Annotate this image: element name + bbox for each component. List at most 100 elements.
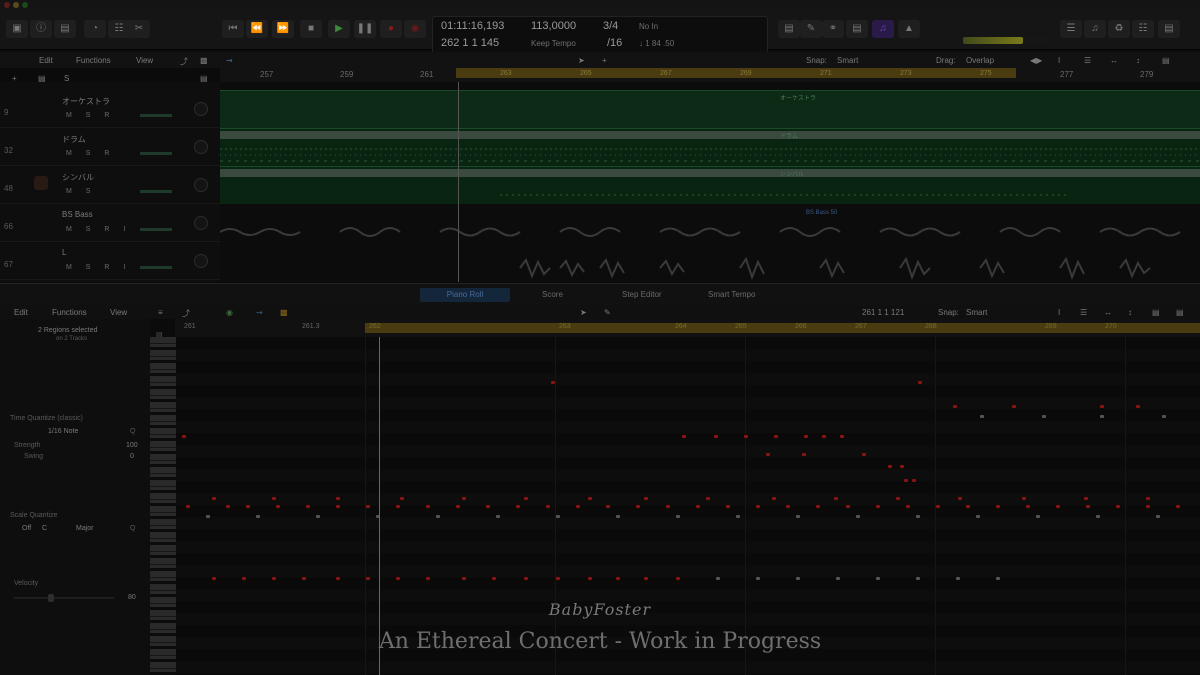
midi-note[interactable] xyxy=(182,435,186,438)
zoom-window-button[interactable] xyxy=(22,2,28,8)
cymbal-region[interactable]: シンバル xyxy=(220,166,1200,204)
tab-score[interactable]: Score xyxy=(534,288,571,302)
pr-zoom-icon[interactable]: ↕ xyxy=(1128,308,1132,317)
notepad-icon[interactable]: ✎ xyxy=(800,20,822,38)
midi-note[interactable] xyxy=(802,453,806,456)
midi-note[interactable] xyxy=(796,577,800,580)
midi-note[interactable] xyxy=(1096,515,1100,518)
midi-note[interactable] xyxy=(966,505,970,508)
midi-note[interactable] xyxy=(576,505,580,508)
midi-note[interactable] xyxy=(396,505,400,508)
scale-mode-select[interactable]: Major xyxy=(76,525,94,532)
browser-icon[interactable]: ▤ xyxy=(846,20,868,38)
zoom-in-icon[interactable]: ↕ xyxy=(1136,56,1140,65)
midi-note[interactable] xyxy=(212,577,216,580)
flex-icon[interactable]: ▩ xyxy=(200,56,208,65)
midi-note[interactable] xyxy=(896,497,900,500)
midi-note[interactable] xyxy=(644,497,648,500)
midi-note[interactable] xyxy=(206,515,210,518)
midi-note[interactable] xyxy=(774,435,778,438)
pr-vzoom-icon[interactable]: I xyxy=(1058,308,1060,317)
midi-note[interactable] xyxy=(1162,415,1166,418)
loops-icon[interactable]: ♻ xyxy=(1108,20,1130,38)
midi-note[interactable] xyxy=(834,497,838,500)
midi-note[interactable] xyxy=(336,497,340,500)
pr-settings-icon[interactable]: ▤ xyxy=(1152,308,1160,317)
midi-note[interactable] xyxy=(400,497,404,500)
midi-note[interactable] xyxy=(272,497,276,500)
scale-off-select[interactable]: Off xyxy=(22,525,31,532)
midi-note[interactable] xyxy=(840,435,844,438)
piano-keyboard[interactable] xyxy=(150,337,176,675)
track-mute-solo[interactable]: M S R I xyxy=(66,264,131,271)
midi-note[interactable] xyxy=(1012,405,1016,408)
catch-icon[interactable]: ⇝ xyxy=(226,56,233,65)
midi-note[interactable] xyxy=(1042,415,1046,418)
track-header[interactable]: 48 シンバル M S xyxy=(0,166,220,204)
note-value-select[interactable]: 1/16 Note xyxy=(48,428,78,435)
midi-note[interactable] xyxy=(616,577,620,580)
midi-note[interactable] xyxy=(492,577,496,580)
automation-icon[interactable]: ⤴ xyxy=(180,56,188,67)
midi-note[interactable] xyxy=(426,505,430,508)
midi-note[interactable] xyxy=(588,577,592,580)
pause-icon[interactable]: ❚❚ xyxy=(354,20,376,38)
midi-note[interactable] xyxy=(676,515,680,518)
midi-note[interactable] xyxy=(1146,505,1150,508)
midi-note[interactable] xyxy=(1146,497,1150,500)
pointer-tool-icon[interactable]: ➤ xyxy=(578,56,585,65)
waveform-zoom-icon[interactable]: ◀▶ xyxy=(1030,56,1042,65)
midi-note[interactable] xyxy=(366,577,370,580)
midi-note[interactable] xyxy=(556,515,560,518)
l-waveform[interactable] xyxy=(220,254,1200,282)
pr-functions-menu[interactable]: Functions xyxy=(52,308,87,317)
midi-note[interactable] xyxy=(918,381,922,384)
midi-note[interactable] xyxy=(1084,497,1088,500)
volume-fader[interactable] xyxy=(140,114,172,117)
midi-note[interactable] xyxy=(212,497,216,500)
go-to-beginning-icon[interactable]: ⏮ xyxy=(222,20,244,38)
midi-note[interactable] xyxy=(1056,505,1060,508)
pan-knob[interactable] xyxy=(194,178,208,192)
midi-note[interactable] xyxy=(1026,505,1030,508)
list-editors-icon[interactable]: ▤ xyxy=(778,20,800,38)
inspector-icon[interactable]: ⓘ xyxy=(30,20,52,38)
midi-note[interactable] xyxy=(856,515,860,518)
midi-note[interactable] xyxy=(980,415,984,418)
midi-note[interactable] xyxy=(900,465,904,468)
quantize-apply-button[interactable]: Q xyxy=(130,428,135,435)
stop-icon[interactable]: ■ xyxy=(300,20,322,38)
close-window-button[interactable] xyxy=(4,2,10,8)
view-menu[interactable]: View xyxy=(136,56,153,65)
midi-note[interactable] xyxy=(912,479,916,482)
midi-note[interactable] xyxy=(976,515,980,518)
edit-menu[interactable]: Edit xyxy=(39,56,53,65)
midi-note[interactable] xyxy=(706,497,710,500)
midi-note[interactable] xyxy=(606,505,610,508)
midi-note[interactable] xyxy=(666,505,670,508)
midi-note[interactable] xyxy=(756,577,760,580)
midi-note[interactable] xyxy=(316,515,320,518)
midi-note[interactable] xyxy=(1176,505,1180,508)
orchestra-region[interactable]: オーケストラ xyxy=(220,90,1200,128)
pan-knob[interactable] xyxy=(194,254,208,268)
midi-note[interactable] xyxy=(186,505,190,508)
minimize-window-button[interactable] xyxy=(13,2,19,8)
midi-note[interactable] xyxy=(916,515,920,518)
play-icon[interactable]: ▶ xyxy=(328,20,350,38)
midi-note[interactable] xyxy=(766,453,770,456)
pan-knob[interactable] xyxy=(194,140,208,154)
midi-note[interactable] xyxy=(953,405,957,408)
midi-note[interactable] xyxy=(936,505,940,508)
master-volume-meter[interactable] xyxy=(963,37,1051,44)
midi-note[interactable] xyxy=(904,479,908,482)
midi-note[interactable] xyxy=(336,577,340,580)
fast-forward-icon[interactable]: ⏩ xyxy=(272,20,294,38)
midi-note[interactable] xyxy=(822,435,826,438)
tracks-ruler[interactable]: ⇝ ➤ + Snap: Smart Drag: Overlap ◀▶ I ☰ ↔… xyxy=(220,52,1200,82)
midi-note[interactable] xyxy=(958,497,962,500)
midi-note[interactable] xyxy=(1116,505,1120,508)
playhead[interactable] xyxy=(458,82,459,282)
loop-browser-icon[interactable]: ⚭ xyxy=(822,20,844,38)
pr-pointer-icon[interactable]: ➤ xyxy=(580,308,587,317)
